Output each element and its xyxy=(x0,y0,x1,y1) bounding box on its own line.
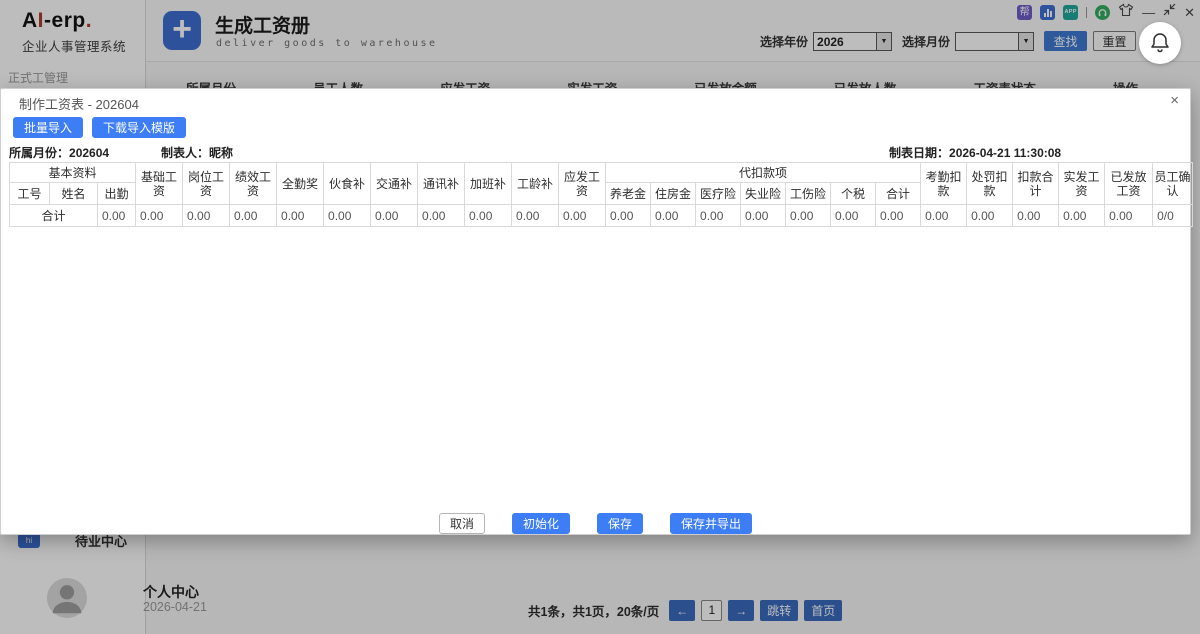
total-cell: 0.00 xyxy=(606,205,651,227)
total-cell: 0.00 xyxy=(183,205,230,227)
column-header: 扣款合计 xyxy=(1013,163,1059,205)
batch-import-button[interactable]: 批量导入 xyxy=(13,117,83,138)
group-header-deduction: 代扣款项 xyxy=(606,163,921,183)
meta-creator-value: 昵称 xyxy=(209,146,233,160)
initialize-button[interactable]: 初始化 xyxy=(512,513,570,534)
column-header: 失业险 xyxy=(741,183,786,205)
column-header: 岗位工资 xyxy=(183,163,230,205)
total-cell: 0.00 xyxy=(1059,205,1105,227)
total-cell: 0.00 xyxy=(324,205,371,227)
salary-table: 基本资料基础工资岗位工资绩效工资全勤奖伙食补交通补通讯补加班补工龄补应发工资代扣… xyxy=(9,162,1193,227)
total-cell: 0.00 xyxy=(371,205,418,227)
dialog-meta-row: 所属月份：202604 制表人：昵称 制表日期：2026-04-21 11:30… xyxy=(9,144,1182,160)
column-header: 个税 xyxy=(831,183,876,205)
meta-creator-label: 制表人： xyxy=(161,146,209,160)
column-header: 交通补 xyxy=(371,163,418,205)
column-header: 加班补 xyxy=(465,163,512,205)
confirm-cell: 0/0 xyxy=(1153,205,1193,227)
cancel-button[interactable]: 取消 xyxy=(439,513,485,534)
column-header: 养老金 xyxy=(606,183,651,205)
total-cell: 0.00 xyxy=(967,205,1013,227)
meta-date-value: 2026-04-21 11:30:08 xyxy=(949,146,1061,160)
meta-creator: 制表人：昵称 xyxy=(161,144,233,161)
column-header: 基础工资 xyxy=(136,163,183,205)
column-header: 员工确认 xyxy=(1153,163,1193,205)
column-header: 工伤险 xyxy=(786,183,831,205)
salary-table-wrap: 基本资料基础工资岗位工资绩效工资全勤奖伙食补交通补通讯补加班补工龄补应发工资代扣… xyxy=(9,162,1185,227)
total-cell: 0.00 xyxy=(559,205,606,227)
column-header: 考勤扣款 xyxy=(921,163,967,205)
total-cell: 0.00 xyxy=(831,205,876,227)
total-cell: 0.00 xyxy=(696,205,741,227)
column-header: 住房金 xyxy=(651,183,696,205)
app-root: AI-erp. 企业人事管理系统 正式工管理 hi 待业中心 个人中心 2026… xyxy=(0,0,1200,634)
total-cell: 0.00 xyxy=(465,205,512,227)
total-cell: 0.00 xyxy=(418,205,465,227)
total-cell: 0.00 xyxy=(921,205,967,227)
save-button[interactable]: 保存 xyxy=(597,513,643,534)
total-cell: 0.00 xyxy=(98,205,136,227)
bell-icon xyxy=(1150,32,1170,54)
column-header: 全勤奖 xyxy=(277,163,324,205)
total-cell: 0.00 xyxy=(876,205,921,227)
download-template-button[interactable]: 下载导入模版 xyxy=(92,117,186,138)
column-header: 合计 xyxy=(876,183,921,205)
salary-sheet-dialog: 制作工资表 - 202604 × 批量导入 下载导入模版 所属月份：202604… xyxy=(0,88,1191,535)
column-header: 医疗险 xyxy=(696,183,741,205)
column-header: 工龄补 xyxy=(512,163,559,205)
dialog-toolbar: 批量导入 下载导入模版 xyxy=(13,117,186,138)
column-header: 出勤 xyxy=(98,183,136,205)
total-cell: 0.00 xyxy=(230,205,277,227)
meta-month-label: 所属月份： xyxy=(9,146,69,160)
save-export-button[interactable]: 保存并导出 xyxy=(670,513,752,534)
dialog-title: 制作工资表 - 202604 xyxy=(19,94,139,113)
meta-date-label: 制表日期： xyxy=(889,146,949,160)
total-row-label: 合计 xyxy=(10,205,98,227)
column-header: 应发工资 xyxy=(559,163,606,205)
total-cell: 0.00 xyxy=(136,205,183,227)
column-header: 通讯补 xyxy=(418,163,465,205)
column-header: 已发放工资 xyxy=(1105,163,1153,205)
column-header: 姓名 xyxy=(50,183,98,205)
meta-date: 制表日期：2026-04-21 11:30:08 xyxy=(889,144,1061,161)
total-cell: 0.00 xyxy=(1105,205,1153,227)
total-cell: 0.00 xyxy=(277,205,324,227)
total-cell: 0.00 xyxy=(1013,205,1059,227)
column-header: 处罚扣款 xyxy=(967,163,1013,205)
column-header: 绩效工资 xyxy=(230,163,277,205)
meta-month-value: 202604 xyxy=(69,146,109,160)
total-cell: 0.00 xyxy=(741,205,786,227)
total-cell: 0.00 xyxy=(651,205,696,227)
group-header-basic: 基本资料 xyxy=(10,163,136,183)
column-header: 工号 xyxy=(10,183,50,205)
notification-bell-button[interactable] xyxy=(1139,22,1181,64)
total-row: 合计0.000.000.000.000.000.000.000.000.000.… xyxy=(10,205,1193,227)
column-header: 伙食补 xyxy=(324,163,371,205)
total-cell: 0.00 xyxy=(512,205,559,227)
dialog-footer: 取消 初始化 保存 保存并导出 xyxy=(1,513,1190,534)
column-header: 实发工资 xyxy=(1059,163,1105,205)
total-cell: 0.00 xyxy=(786,205,831,227)
meta-month: 所属月份：202604 xyxy=(9,144,109,161)
dialog-close-icon[interactable]: × xyxy=(1170,92,1179,109)
